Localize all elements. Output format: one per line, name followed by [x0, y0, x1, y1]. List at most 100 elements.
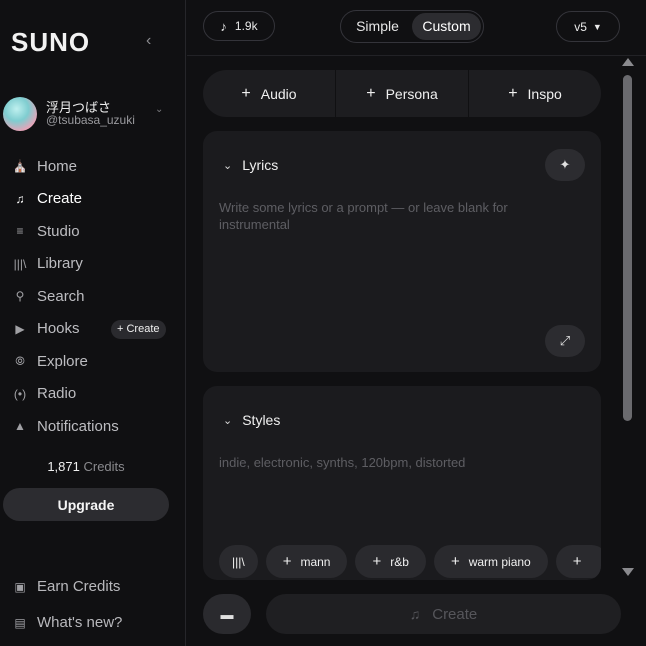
styles-header[interactable]: ⌄ Styles: [223, 412, 280, 428]
style-tag-more[interactable]: +: [555, 545, 601, 578]
create-panel: ♪ 1.9k Simple Custom v5 ▼ + Audio + Pers…: [187, 0, 646, 646]
add-persona-button[interactable]: + Persona: [336, 70, 469, 117]
sidebar-item-notifications[interactable]: ▲ Notifications: [11, 410, 181, 443]
song-count: 1.9k: [234, 19, 258, 33]
sidebar-item-library[interactable]: |||\ Library: [11, 248, 181, 281]
whats-new-link[interactable]: ▤ What's new?: [11, 614, 122, 631]
mode-custom[interactable]: Custom: [412, 13, 481, 40]
whats-new-label: What's new?: [37, 614, 123, 631]
lyrics-title: Lyrics: [242, 157, 279, 173]
clear-button[interactable]: ▬: [203, 594, 251, 634]
profile-menu[interactable]: 浮月つばさ @tsubasa_uzuki ⌄: [3, 96, 181, 132]
sidebar-nav: ⛪ Home ♫ Create ≡ Studio |||\ Library ⚲ …: [11, 150, 181, 443]
lyrics-card: ⌄ Lyrics ✦ Write some lyrics or a prompt…: [203, 131, 601, 372]
mode-simple[interactable]: Simple: [343, 13, 412, 40]
create-button[interactable]: ♫ Create: [266, 594, 621, 634]
style-tag[interactable]: + r&b: [355, 545, 426, 578]
sidebar-item-label: Create: [37, 190, 83, 208]
style-library-button[interactable]: |||\: [219, 545, 258, 578]
avatar: [3, 97, 37, 131]
styles-title: Styles: [242, 412, 281, 428]
library-icon: |||\: [13, 256, 27, 271]
bell-icon: ▲: [14, 419, 26, 434]
sidebar-item-home[interactable]: ⛪ Home: [11, 150, 181, 183]
style-tag[interactable]: + mann: [265, 545, 348, 578]
news-icon: ▤: [14, 615, 26, 630]
styles-card: ⌄ Styles indie, electronic, synths, 120b…: [203, 386, 601, 580]
version-label: v5: [574, 19, 587, 34]
create-topbar: ♪ 1.9k Simple Custom v5 ▼: [187, 0, 646, 56]
styles-input[interactable]: indie, electronic, synths, 120bpm, disto…: [219, 454, 549, 471]
add-inspo-label: Inspo: [527, 85, 562, 102]
profile-handle: @tsubasa_uzuki: [46, 113, 135, 127]
sidebar-item-radio[interactable]: (•) Radio: [11, 378, 181, 411]
create-icon: ♫: [15, 191, 25, 206]
earn-credits-link[interactable]: ▣ Earn Credits: [11, 578, 120, 595]
lyrics-input[interactable]: Write some lyrics or a prompt — or leave…: [219, 199, 549, 233]
scrollbar[interactable]: [621, 58, 635, 580]
explore-icon: ⦾: [15, 353, 25, 368]
hooks-create-button[interactable]: + Create: [111, 319, 166, 339]
sidebar-item-hooks[interactable]: ▶ Hooks + Create: [11, 313, 181, 346]
sidebar-item-label: Library: [37, 255, 83, 273]
magic-wand-button[interactable]: ✦: [545, 149, 585, 181]
sidebar-item-label: Hooks: [37, 320, 80, 338]
add-persona-label: Persona: [385, 85, 438, 102]
credits-display: 1,871 Credits: [0, 459, 172, 474]
expand-icon: ⤢: [559, 333, 571, 348]
suno-logo[interactable]: SUNO: [11, 27, 90, 58]
collapse-sidebar-icon[interactable]: ‹: [146, 32, 151, 50]
song-count-button[interactable]: ♪ 1.9k: [203, 11, 275, 41]
music-note-icon: ♪: [220, 18, 227, 34]
magic-wand-icon: ✦: [559, 157, 571, 172]
create-button-label: Create: [432, 605, 478, 623]
sidebar-item-label: Studio: [37, 222, 80, 240]
sidebar-item-create[interactable]: ♫ Create: [11, 183, 181, 216]
add-audio-button[interactable]: + Audio: [203, 70, 336, 117]
plus-icon: +: [372, 553, 382, 570]
add-audio-label: Audio: [260, 85, 297, 102]
plus-icon: +: [572, 553, 582, 570]
radio-icon: (•): [13, 386, 27, 401]
trash-icon: ▬: [220, 606, 234, 622]
create-bottombar: ▬ ♫ Create: [187, 580, 646, 646]
upgrade-button[interactable]: Upgrade: [3, 488, 169, 521]
sidebar: SUNO ‹ 浮月つばさ @tsubasa_uzuki ⌄ ⛪ Home ♫ C…: [0, 0, 186, 646]
version-select[interactable]: v5 ▼: [556, 11, 620, 42]
create-icon: ♫: [409, 606, 421, 622]
search-icon: ⚲: [15, 289, 25, 304]
add-inspo-button[interactable]: + Inspo: [469, 70, 601, 117]
scroll-down-icon[interactable]: [622, 568, 634, 576]
library-icon: |||\: [232, 554, 245, 569]
style-tag-label: r&b: [390, 554, 409, 569]
studio-icon: ≡: [16, 224, 24, 239]
sidebar-item-studio[interactable]: ≡ Studio: [11, 215, 181, 248]
style-tag-label: mann: [300, 554, 331, 569]
caret-down-icon: ▼: [592, 21, 602, 32]
plus-icon: +: [450, 553, 460, 570]
lyrics-header[interactable]: ⌄ Lyrics: [223, 157, 278, 173]
sidebar-item-label: Radio: [37, 385, 77, 403]
sidebar-item-search[interactable]: ⚲ Search: [11, 280, 181, 313]
style-tag[interactable]: + warm piano: [433, 545, 548, 578]
earn-credits-label: Earn Credits: [37, 578, 121, 595]
plus-icon: +: [508, 84, 518, 102]
sidebar-item-label: Notifications: [37, 417, 119, 435]
sidebar-item-label: Search: [37, 287, 85, 305]
style-tag-label: warm piano: [468, 554, 531, 569]
chevron-down-icon: ⌄: [223, 159, 233, 172]
home-icon: ⛪: [12, 159, 28, 174]
plus-icon: +: [282, 553, 292, 570]
sidebar-item-explore[interactable]: ⦾ Explore: [11, 345, 181, 378]
chevron-down-icon: ⌄: [223, 414, 233, 427]
credits-label: Credits: [83, 459, 125, 474]
gift-icon: ▣: [14, 579, 26, 594]
scroll-up-icon[interactable]: [622, 58, 634, 66]
add-toolbar: + Audio + Persona + Inspo: [203, 70, 601, 117]
expand-button[interactable]: ⤢: [545, 325, 585, 357]
chevron-down-icon: ⌄: [155, 104, 164, 115]
sidebar-item-label: Home: [37, 157, 78, 175]
sidebar-item-label: Explore: [37, 352, 88, 370]
mode-toggle: Simple Custom: [340, 10, 484, 43]
scroll-thumb[interactable]: [623, 75, 632, 421]
